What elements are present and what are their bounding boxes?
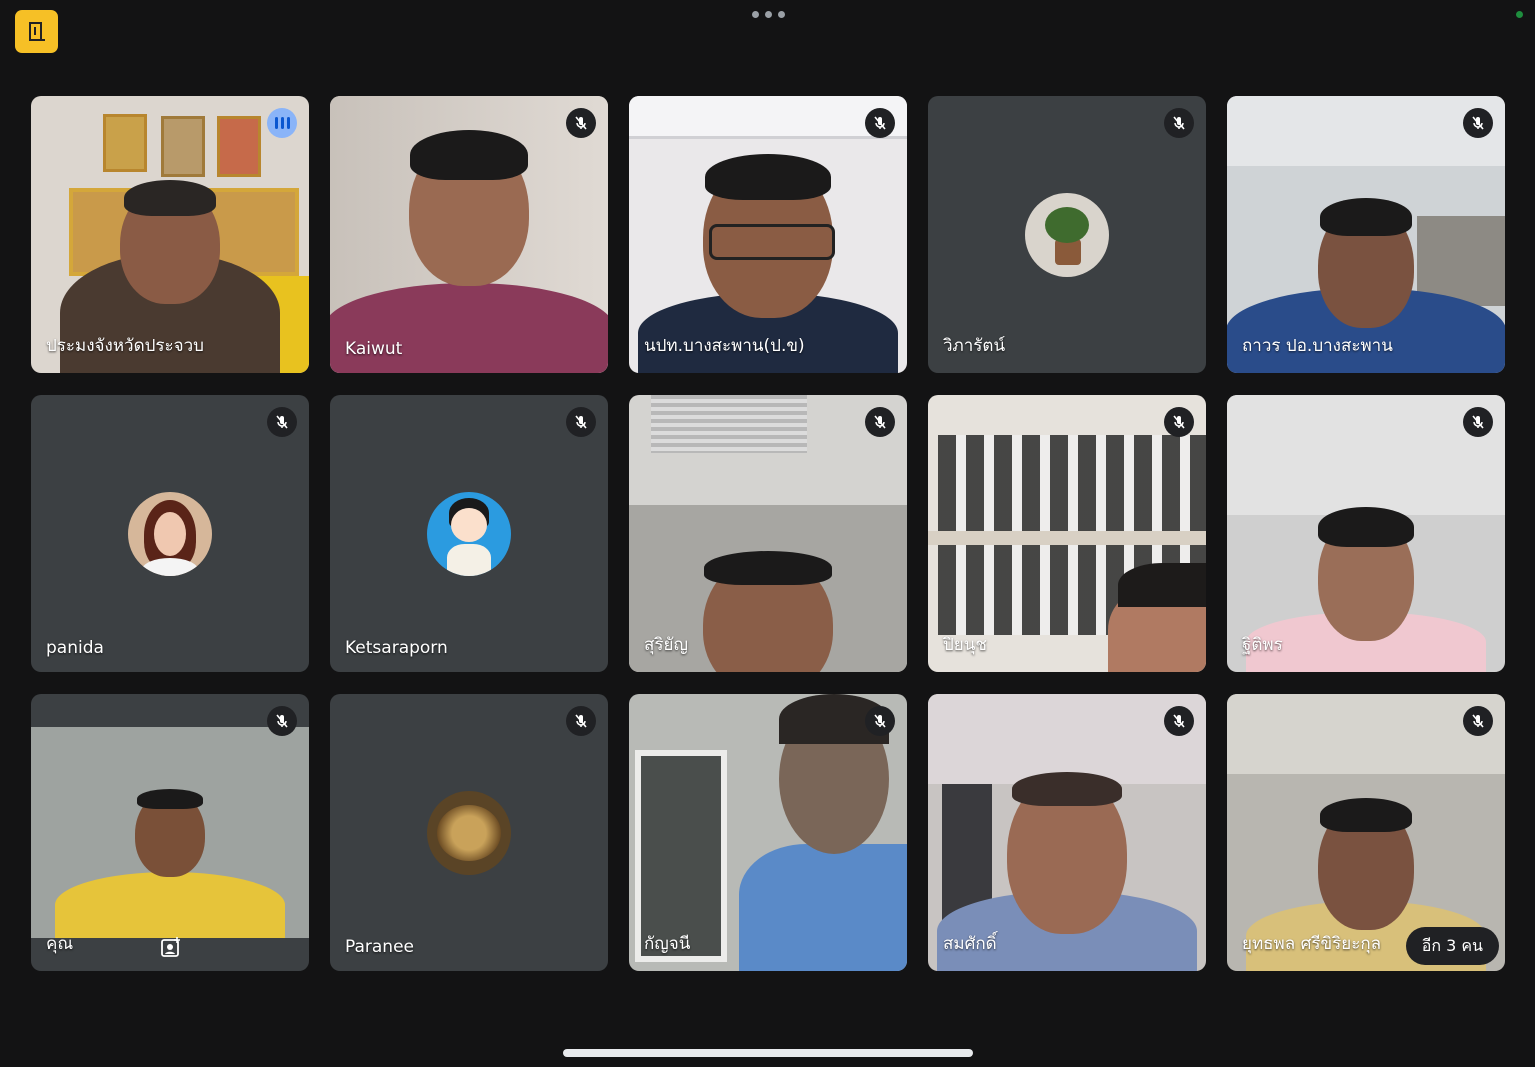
recording-dot-icon xyxy=(1516,11,1523,18)
mic-off-icon xyxy=(566,706,596,736)
participant-name: Kaiwut xyxy=(345,339,403,359)
more-participants-button[interactable]: อีก 3 คน xyxy=(1405,927,1499,965)
participant-tile[interactable]: Ketsaraporn xyxy=(330,395,608,672)
mic-off-icon xyxy=(267,706,297,736)
mic-off-icon xyxy=(865,407,895,437)
participant-grid: ประมงจังหวัดประจวบ Kaiwut นปท.บางสะพาน(ป… xyxy=(31,96,1505,971)
home-indicator[interactable] xyxy=(563,1049,973,1057)
door-exit-icon xyxy=(28,21,45,41)
participant-name: ถาวร ปอ.บางสะพาน xyxy=(1242,336,1393,356)
participant-name: ประมงจังหวัดประจวบ xyxy=(46,336,204,356)
participant-tile[interactable]: ถาวร ปอ.บางสะพาน xyxy=(1227,96,1505,373)
participant-name: นปท.บางสะพาน(ป.ข) xyxy=(644,336,805,356)
speaking-indicator-icon xyxy=(267,108,297,138)
video-feed xyxy=(330,96,608,373)
mic-off-icon xyxy=(1463,108,1493,138)
participant-tile[interactable]: Kaiwut xyxy=(330,96,608,373)
mic-off-icon xyxy=(1164,407,1194,437)
participant-tile[interactable]: ฐิติพร xyxy=(1227,395,1505,672)
participant-name: Ketsaraporn xyxy=(345,638,448,658)
mic-off-icon xyxy=(865,706,895,736)
mic-off-icon xyxy=(865,108,895,138)
participant-name: สุริยัญ xyxy=(644,635,688,655)
plant-avatar xyxy=(1025,192,1109,277)
participant-name: Paranee xyxy=(345,937,415,957)
participant-name: ฐิติพร xyxy=(1242,635,1283,655)
mic-off-icon xyxy=(566,108,596,138)
portrait-effects-icon[interactable] xyxy=(157,933,185,961)
video-feed xyxy=(31,727,309,938)
participant-name: สมศักดิ์ xyxy=(943,934,997,954)
participant-name: กัญจนี xyxy=(644,934,691,954)
mic-off-icon xyxy=(1164,706,1194,736)
participant-tile[interactable]: Paranee xyxy=(330,694,608,971)
mic-off-icon xyxy=(1463,706,1493,736)
mic-off-icon xyxy=(267,407,297,437)
participant-tile[interactable]: ประมงจังหวัดประจวบ xyxy=(31,96,309,373)
cartoon-girl-avatar xyxy=(427,491,511,576)
participant-name: ยุทธพล ศรีขิริยะกุล xyxy=(1242,934,1382,954)
participant-tile[interactable]: วิภารัตน์ xyxy=(928,96,1206,373)
more-options-icon[interactable] xyxy=(752,11,785,18)
participant-tile[interactable]: panida xyxy=(31,395,309,672)
leave-call-button[interactable] xyxy=(15,10,58,53)
participant-name: panida xyxy=(46,638,104,658)
participant-name: ปิยนุช xyxy=(943,635,987,655)
participant-name: คุณ xyxy=(46,934,74,954)
mic-off-icon xyxy=(566,407,596,437)
mic-off-icon xyxy=(1463,407,1493,437)
participant-tile[interactable]: ยุทธพล ศรีขิริยะกุล อีก 3 คน xyxy=(1227,694,1505,971)
dried-fish-avatar xyxy=(427,790,511,875)
participant-tile[interactable]: กัญจนี xyxy=(629,694,907,971)
mic-off-icon xyxy=(1164,108,1194,138)
participant-name: วิภารัตน์ xyxy=(943,336,1006,356)
participant-tile[interactable]: สมศักดิ์ xyxy=(928,694,1206,971)
participant-tile[interactable]: สุริยัญ xyxy=(629,395,907,672)
self-view-tile[interactable]: คุณ xyxy=(31,694,309,971)
woman-photo-avatar xyxy=(128,491,212,576)
participant-tile[interactable]: ปิยนุช xyxy=(928,395,1206,672)
participant-tile[interactable]: นปท.บางสะพาน(ป.ข) xyxy=(629,96,907,373)
